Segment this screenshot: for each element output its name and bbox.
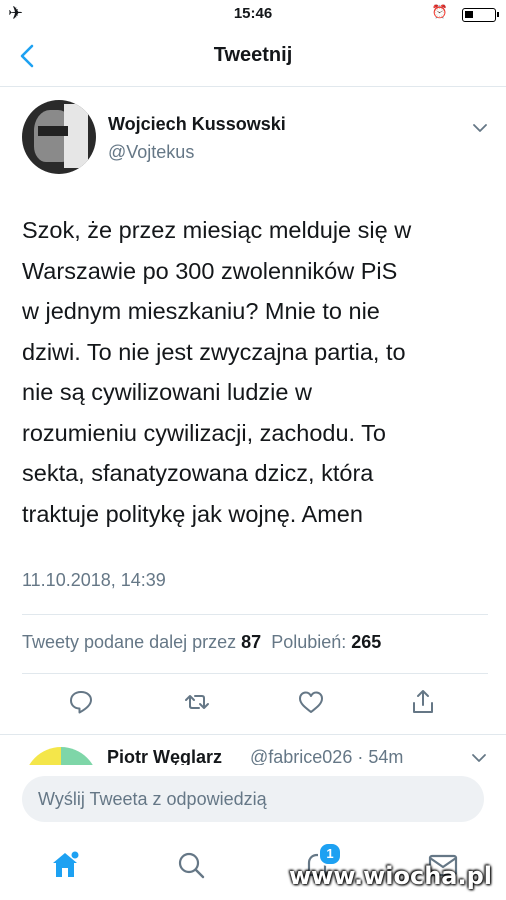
tweet-timestamp: 11.10.2018, 14:39 <box>22 570 166 590</box>
reply-avatar[interactable] <box>24 747 98 765</box>
avatar[interactable] <box>22 100 96 174</box>
likes-count[interactable]: 265 <box>351 632 381 652</box>
reply-author-name[interactable]: Piotr Węglarz <box>107 747 222 765</box>
reply-icon[interactable] <box>66 687 96 717</box>
tweet-line: traktuje politykę jak wojnę. Amen <box>22 500 363 527</box>
reply-meta: @fabrice026 · 54m <box>250 747 404 765</box>
chevron-down-icon[interactable] <box>470 118 490 138</box>
share-icon[interactable] <box>408 687 438 717</box>
search-icon <box>178 852 205 879</box>
tweet-actions <box>0 683 506 727</box>
tweet-author[interactable]: Wojciech Kussowski @Vojtekus <box>22 100 492 180</box>
tab-home[interactable] <box>48 848 82 882</box>
reply-composer[interactable] <box>22 776 484 822</box>
tweet-line: rozumieniu cywilizacji, zachodu. To <box>22 419 386 446</box>
tweet-line: sekta, sfanatyzowana dzicz, która <box>22 460 374 486</box>
home-icon <box>53 851 79 877</box>
like-icon[interactable] <box>296 687 326 717</box>
retweets-label: Tweety podane dalej przez <box>22 632 237 652</box>
likes-label: Polubień: <box>271 632 347 652</box>
tweet-line: nie są cywilizowani ludzie w <box>22 379 312 405</box>
tweet-text: Szok, że przez miesiąc melduje się w War… <box>22 210 488 534</box>
status-time: 15:46 <box>233 5 273 22</box>
divider <box>22 614 488 615</box>
nav-bar: Tweetnij <box>0 30 506 87</box>
tweet-line: Szok, że przez miesiąc melduje się w <box>22 217 412 243</box>
tweet-line: w jednym mieszkaniu? Mnie to nie <box>22 298 380 324</box>
page-title: Tweetnij <box>213 44 293 66</box>
tweet-line: dziwi. To nie jest zwyczajna partia, to <box>22 338 406 365</box>
retweets-count[interactable]: 87 <box>241 632 261 652</box>
author-handle[interactable]: @Vojtekus <box>108 142 194 163</box>
reply-preview[interactable]: Piotr Węglarz @fabrice026 · 54m <box>0 735 506 765</box>
tweet-stats[interactable]: Tweety podane dalej przez 87 Polubień: 2… <box>22 632 381 653</box>
status-bar: ✈ 15:46 ⏰ <box>0 0 506 30</box>
alarm-icon: ⏰ <box>431 4 448 19</box>
reply-input[interactable] <box>22 776 484 822</box>
tab-search[interactable] <box>174 848 208 882</box>
divider <box>22 673 488 674</box>
battery-icon <box>462 8 499 22</box>
tweet-line: Warszawie po 300 zwolenników PiS <box>22 257 398 284</box>
author-name[interactable]: Wojciech Kussowski <box>108 114 286 135</box>
chevron-down-icon[interactable] <box>470 749 488 765</box>
watermark: www.wiocha.pl <box>288 862 492 890</box>
retweet-icon[interactable] <box>182 687 212 717</box>
